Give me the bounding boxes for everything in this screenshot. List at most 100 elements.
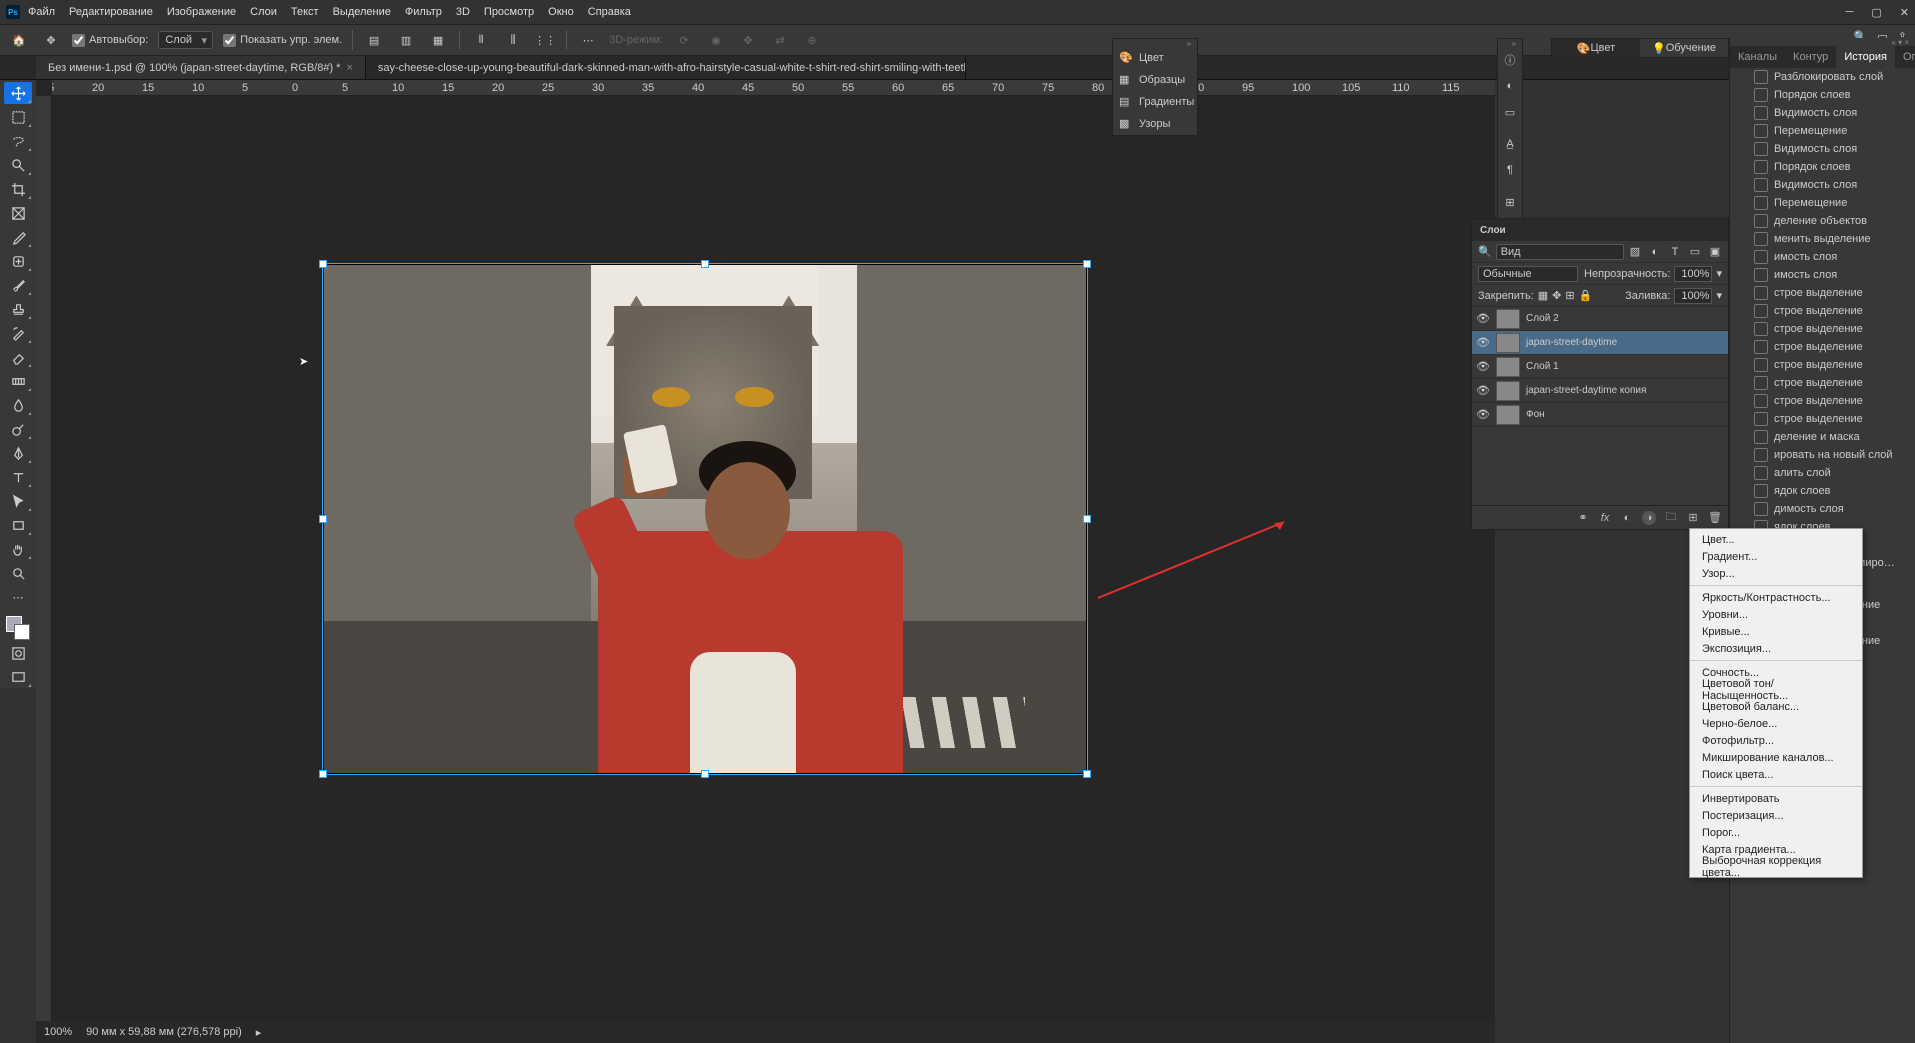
history-item[interactable]: Порядок слоев (1730, 158, 1915, 176)
visibility-icon[interactable]: 👁 (1476, 336, 1490, 350)
ctx-item[interactable]: Экспозиция... (1690, 640, 1862, 657)
close-tab-icon[interactable]: × (346, 62, 352, 74)
autoselect-target[interactable]: Слой (158, 31, 213, 49)
menu-view[interactable]: Просмотр (484, 6, 534, 18)
delete-layer-icon[interactable]: 🗑 (1708, 511, 1722, 525)
filter-shape-icon[interactable]: ▭ (1688, 245, 1702, 259)
menu-3d[interactable]: 3D (456, 6, 470, 18)
adjustment-context-menu[interactable]: Цвет...Градиент...Узор...Яркость/Контрас… (1689, 528, 1863, 878)
fill-input[interactable]: 100% (1674, 288, 1712, 304)
ctx-item[interactable]: Черно-белое... (1690, 715, 1862, 732)
tab-actions[interactable]: Операц (1895, 46, 1915, 68)
dodge-tool[interactable] (4, 418, 32, 440)
link-layers-icon[interactable]: ⚭ (1576, 511, 1590, 525)
heal-tool[interactable] (4, 250, 32, 272)
distribute-icon[interactable]: ⋮⋮ (534, 29, 556, 51)
ctx-item[interactable]: Уровни... (1690, 606, 1862, 623)
filter-adjust-icon[interactable]: ◐ (1648, 245, 1662, 259)
doc-tab-1[interactable]: Без имени-1.psd @ 100% (japan-street-day… (36, 56, 366, 79)
lock-pixels-icon[interactable]: ▦ (1538, 289, 1548, 302)
ctx-item[interactable]: Кривые... (1690, 623, 1862, 640)
crop-tool[interactable] (4, 178, 32, 200)
eraser-tool[interactable] (4, 346, 32, 368)
ctx-item[interactable]: Фотофильтр... (1690, 732, 1862, 749)
menu-text[interactable]: Текст (291, 6, 319, 18)
align-center-icon[interactable]: ▥ (395, 29, 417, 51)
history-item[interactable]: строе выделение (1730, 392, 1915, 410)
menu-window[interactable]: Окно (548, 6, 574, 18)
color-swatches[interactable] (6, 616, 30, 640)
minimize-icon[interactable]: ─ (1846, 6, 1854, 19)
autoselect-checkbox[interactable]: Автовыбор: (72, 34, 148, 47)
layer-mask-icon[interactable]: ◐ (1620, 511, 1634, 525)
filter-pixel-icon[interactable]: ▨ (1628, 245, 1642, 259)
ctx-item[interactable]: Микширование каналов... (1690, 749, 1862, 766)
history-item[interactable]: строе выделение (1730, 356, 1915, 374)
history-item[interactable]: имость слоя (1730, 248, 1915, 266)
history-item[interactable]: строе выделение (1730, 320, 1915, 338)
visibility-icon[interactable]: 👁 (1476, 408, 1490, 422)
chevron-right-icon[interactable]: ▸ (256, 1026, 262, 1039)
group-icon[interactable]: 🗀 (1664, 511, 1678, 525)
history-item[interactable]: ировать на новый слой (1730, 446, 1915, 464)
layer-list[interactable]: 👁Слой 2👁japan-street-daytime👁Слой 1👁japa… (1472, 307, 1728, 427)
history-item[interactable]: Видимость слоя (1730, 140, 1915, 158)
tab-channels[interactable]: Каналы (1730, 46, 1785, 68)
layer-row[interactable]: 👁japan-street-daytime (1472, 331, 1728, 355)
menu-filter[interactable]: Фильтр (405, 6, 442, 18)
quick-mask-tool[interactable] (4, 642, 32, 664)
glyphs-icon[interactable]: ⊞ (1498, 189, 1522, 215)
doc-info[interactable]: 90 мм x 59,88 мм (276,578 ppi) (86, 1026, 242, 1038)
panel-swatches[interactable]: ▦Образцы (1113, 69, 1197, 91)
history-item[interactable]: строе выделение (1730, 374, 1915, 392)
layer-row[interactable]: 👁Фон (1472, 403, 1728, 427)
move-tool[interactable] (4, 82, 32, 104)
blur-tool[interactable] (4, 394, 32, 416)
layers-panel-title[interactable]: Слои (1472, 219, 1728, 241)
menu-help[interactable]: Справка (588, 6, 631, 18)
ctx-item[interactable]: Выборочная коррекция цвета... (1690, 858, 1862, 875)
adjustment-layer-icon[interactable]: ◑ (1642, 511, 1656, 525)
layer-filter-kind[interactable]: Вид (1496, 244, 1624, 260)
character-icon[interactable]: A̲ (1498, 131, 1522, 157)
more-tools[interactable]: ⋯ (4, 586, 32, 608)
layer-row[interactable]: 👁japan-street-daytime копия (1472, 379, 1728, 403)
ctx-item[interactable]: Поиск цвета... (1690, 766, 1862, 783)
dock-grip[interactable]: » (1498, 39, 1522, 47)
lock-all-icon[interactable]: 🔒 (1579, 289, 1593, 302)
stamp-tool[interactable] (4, 298, 32, 320)
menu-file[interactable]: Файл (28, 6, 55, 18)
frame-tool[interactable] (4, 202, 32, 224)
ctx-item[interactable]: Постеризация... (1690, 807, 1862, 824)
filter-type-icon[interactable]: T (1668, 245, 1682, 259)
panel-gradients[interactable]: ▤Градиенты (1113, 91, 1197, 113)
visibility-icon[interactable]: 👁 (1476, 360, 1490, 374)
visibility-icon[interactable]: 👁 (1476, 384, 1490, 398)
layer-row[interactable]: 👁Слой 2 (1472, 307, 1728, 331)
filter-smart-icon[interactable]: ▣ (1708, 245, 1722, 259)
canvas-document[interactable] (324, 265, 1086, 773)
pen-tool[interactable] (4, 442, 32, 464)
layer-fx-icon[interactable]: fx (1598, 511, 1612, 525)
history-item[interactable]: алить слой (1730, 464, 1915, 482)
history-item[interactable]: деление объектов (1730, 212, 1915, 230)
eyedropper-tool[interactable] (4, 226, 32, 248)
panel-patterns[interactable]: ▩Узоры (1113, 113, 1197, 135)
history-item[interactable]: строе выделение (1730, 410, 1915, 428)
tab-history[interactable]: История (1836, 46, 1895, 68)
blend-mode[interactable]: Обычные (1478, 266, 1578, 282)
ctx-item[interactable]: Инвертировать (1690, 790, 1862, 807)
move-tool-icon[interactable]: ✥ (40, 29, 62, 51)
history-brush-tool[interactable] (4, 322, 32, 344)
adjustments-icon[interactable]: ◐ (1498, 73, 1522, 99)
distribute-v-icon[interactable]: ⫼ (502, 29, 524, 51)
home-icon[interactable]: 🏠 (8, 29, 30, 51)
doc-tab-2[interactable]: say-cheese-close-up-young-beautiful-dark… (366, 56, 966, 79)
layer-row[interactable]: 👁Слой 1 (1472, 355, 1728, 379)
menu-layers[interactable]: Слои (250, 6, 277, 18)
more-icon[interactable]: ⋯ (577, 29, 599, 51)
paragraph-icon[interactable]: ¶ (1498, 157, 1522, 183)
dock-grip[interactable]: » (1113, 39, 1197, 47)
tab-paths[interactable]: Контур (1785, 46, 1836, 68)
zoom-tool[interactable] (4, 562, 32, 584)
